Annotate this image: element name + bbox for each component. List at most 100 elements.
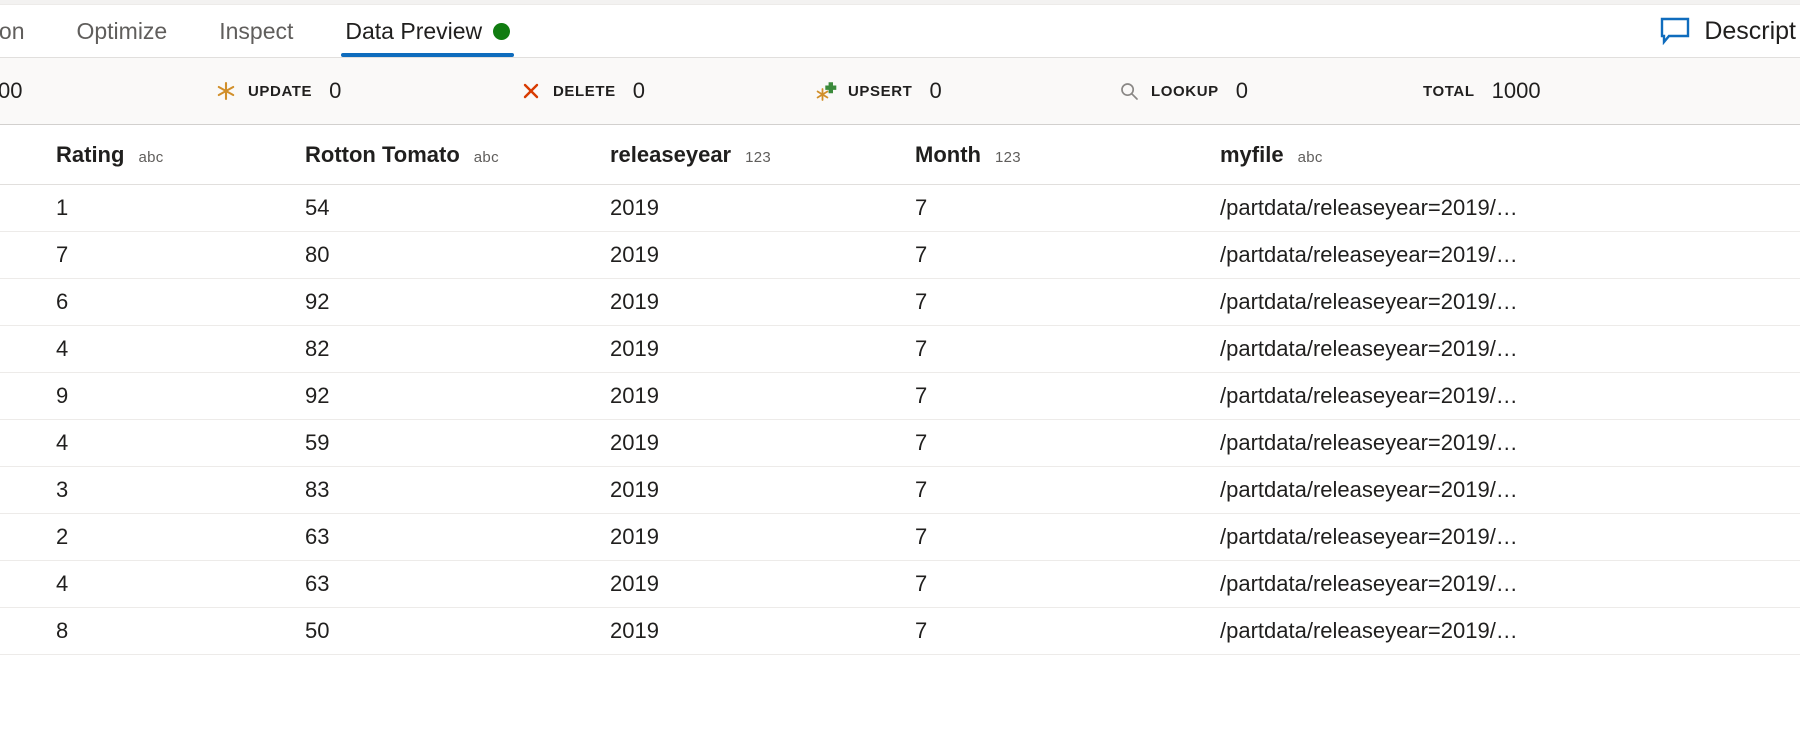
stat-lookup[interactable]: LOOKUP 0 <box>1118 78 1248 104</box>
tab-label: jection <box>0 17 25 44</box>
column-header-month[interactable]: Month 123 <box>915 142 1220 168</box>
tab-projection[interactable]: jection <box>0 5 50 57</box>
tab-bar-right-actions: Descript <box>1660 5 1800 57</box>
cell-rating: 9 <box>56 383 69 408</box>
column-type-badge: abc <box>1297 148 1323 166</box>
column-header-label: releaseyear <box>610 141 732 167</box>
cell-rotton-tomato: 83 <box>305 477 330 502</box>
stat-insert-value: 00 <box>0 78 23 103</box>
cell-rating: 1 <box>56 195 69 220</box>
column-header-label: Rotton Tomato <box>305 141 460 167</box>
tab-bar: jection Optimize Inspect Data Preview De… <box>0 5 1800 58</box>
asterisk-icon <box>217 81 235 101</box>
stat-total[interactable]: TOTAL 1000 <box>1423 78 1541 104</box>
stat-delete[interactable]: DELETE 0 <box>520 78 645 104</box>
cell-rating: 6 <box>56 289 69 314</box>
stat-lookup-label: LOOKUP <box>1151 82 1219 100</box>
cell-rotton-tomato: 59 <box>305 430 330 455</box>
stat-upsert-label: UPSERT <box>848 82 913 100</box>
cell-month: 7 <box>915 195 928 220</box>
cell-rotton-tomato: 54 <box>305 195 330 220</box>
green-status-dot <box>493 22 511 40</box>
tab-label: Optimize <box>76 17 168 44</box>
stat-delete-value: 0 <box>632 78 646 103</box>
table-row[interactable]: 4 63 2019 7/partdata/releaseyear=2019/… <box>0 561 1800 608</box>
cell-rating: 3 <box>56 477 69 502</box>
column-type-badge: 123 <box>994 148 1021 166</box>
stats-bar: 00 UPDATE 0 DELETE 0 UPSERT 0 LOOKUP 0 T… <box>0 58 1800 125</box>
grid-header-row: Rating abc Rotton Tomato abc releaseyear… <box>0 125 1800 185</box>
tab-inspect[interactable]: Inspect <box>193 5 319 57</box>
cell-myfile: /partdata/releaseyear=2019/… <box>1220 336 1518 361</box>
tab-label: Data Preview <box>345 17 483 44</box>
cell-rating: 4 <box>56 430 69 455</box>
cell-month: 7 <box>915 383 928 408</box>
table-row[interactable]: 6 92 2019 7/partdata/releaseyear=2019/… <box>0 279 1800 326</box>
column-header-rating[interactable]: Rating abc <box>0 142 305 168</box>
column-header-rotton-tomato[interactable]: Rotton Tomato abc <box>305 142 610 168</box>
column-header-label: Month <box>915 141 981 167</box>
upsert-icon <box>816 82 837 101</box>
stat-lookup-value: 0 <box>1235 78 1249 103</box>
grid-body: 1 54 2019 7/partdata/releaseyear=2019/… 7 80 2… <box>0 185 1800 655</box>
table-row[interactable]: 4 82 2019 7/partdata/releaseyear=2019/… <box>0 326 1800 373</box>
cell-releaseyear: 2019 <box>610 571 659 596</box>
cell-releaseyear: 2019 <box>610 618 659 643</box>
cell-releaseyear: 2019 <box>610 242 659 267</box>
cell-rating: 4 <box>56 571 69 596</box>
stat-update-value: 0 <box>329 78 342 103</box>
table-row[interactable]: 7 80 2019 7/partdata/releaseyear=2019/… <box>0 232 1800 279</box>
cell-rating: 8 <box>56 618 69 643</box>
cell-rotton-tomato: 80 <box>305 242 330 267</box>
stat-update[interactable]: UPDATE 0 <box>215 78 341 104</box>
table-row[interactable]: 1 54 2019 7/partdata/releaseyear=2019/… <box>0 185 1800 232</box>
cell-releaseyear: 2019 <box>610 430 659 455</box>
stat-update-label: UPDATE <box>248 82 313 100</box>
cell-releaseyear: 2019 <box>610 195 659 220</box>
stat-total-value: 1000 <box>1491 78 1541 103</box>
table-row[interactable]: 2 63 2019 7/partdata/releaseyear=2019/… <box>0 514 1800 561</box>
table-row[interactable]: 4 59 2019 7/partdata/releaseyear=2019/… <box>0 420 1800 467</box>
cell-releaseyear: 2019 <box>610 289 659 314</box>
cell-month: 7 <box>915 289 928 314</box>
table-row[interactable]: 8 50 2019 7/partdata/releaseyear=2019/… <box>0 608 1800 655</box>
cell-rotton-tomato: 50 <box>305 618 330 643</box>
cell-month: 7 <box>915 618 928 643</box>
cell-releaseyear: 2019 <box>610 336 659 361</box>
cell-myfile: /partdata/releaseyear=2019/… <box>1220 571 1518 596</box>
cell-myfile: /partdata/releaseyear=2019/… <box>1220 242 1518 267</box>
cell-month: 7 <box>915 477 928 502</box>
description-button-label: Descript <box>1704 16 1796 45</box>
column-type-badge: abc <box>473 148 499 166</box>
cell-releaseyear: 2019 <box>610 383 659 408</box>
cell-month: 7 <box>915 524 928 549</box>
cell-rotton-tomato: 92 <box>305 289 330 314</box>
cell-myfile: /partdata/releaseyear=2019/… <box>1220 477 1518 502</box>
stat-upsert[interactable]: UPSERT 0 <box>815 78 942 104</box>
cell-rotton-tomato: 82 <box>305 336 330 361</box>
cell-rotton-tomato: 92 <box>305 383 330 408</box>
cell-month: 7 <box>915 336 928 361</box>
column-type-badge: 123 <box>745 148 772 166</box>
table-row[interactable]: 3 83 2019 7/partdata/releaseyear=2019/… <box>0 467 1800 514</box>
column-header-label: Rating <box>56 141 125 167</box>
tab-data-preview[interactable]: Data Preview <box>319 5 536 57</box>
cell-rotton-tomato: 63 <box>305 524 330 549</box>
cell-myfile: /partdata/releaseyear=2019/… <box>1220 383 1518 408</box>
column-header-myfile[interactable]: myfile abc <box>1220 142 1740 168</box>
cross-icon <box>523 83 539 99</box>
stat-delete-label: DELETE <box>553 82 616 100</box>
tab-label: Inspect <box>219 17 294 44</box>
cell-myfile: /partdata/releaseyear=2019/… <box>1220 195 1518 220</box>
stat-upsert-value: 0 <box>929 78 942 103</box>
tab-optimize[interactable]: Optimize <box>50 5 193 57</box>
search-icon <box>1121 83 1138 100</box>
cell-month: 7 <box>915 242 928 267</box>
table-row[interactable]: 9 92 2019 7/partdata/releaseyear=2019/… <box>0 373 1800 420</box>
cell-rotton-tomato: 63 <box>305 571 330 596</box>
stat-insert[interactable]: 00 <box>0 78 22 104</box>
cell-rating: 4 <box>56 336 69 361</box>
description-button[interactable]: Descript <box>1660 17 1800 46</box>
comment-icon <box>1661 17 1690 45</box>
column-header-releaseyear[interactable]: releaseyear 123 <box>610 142 915 168</box>
